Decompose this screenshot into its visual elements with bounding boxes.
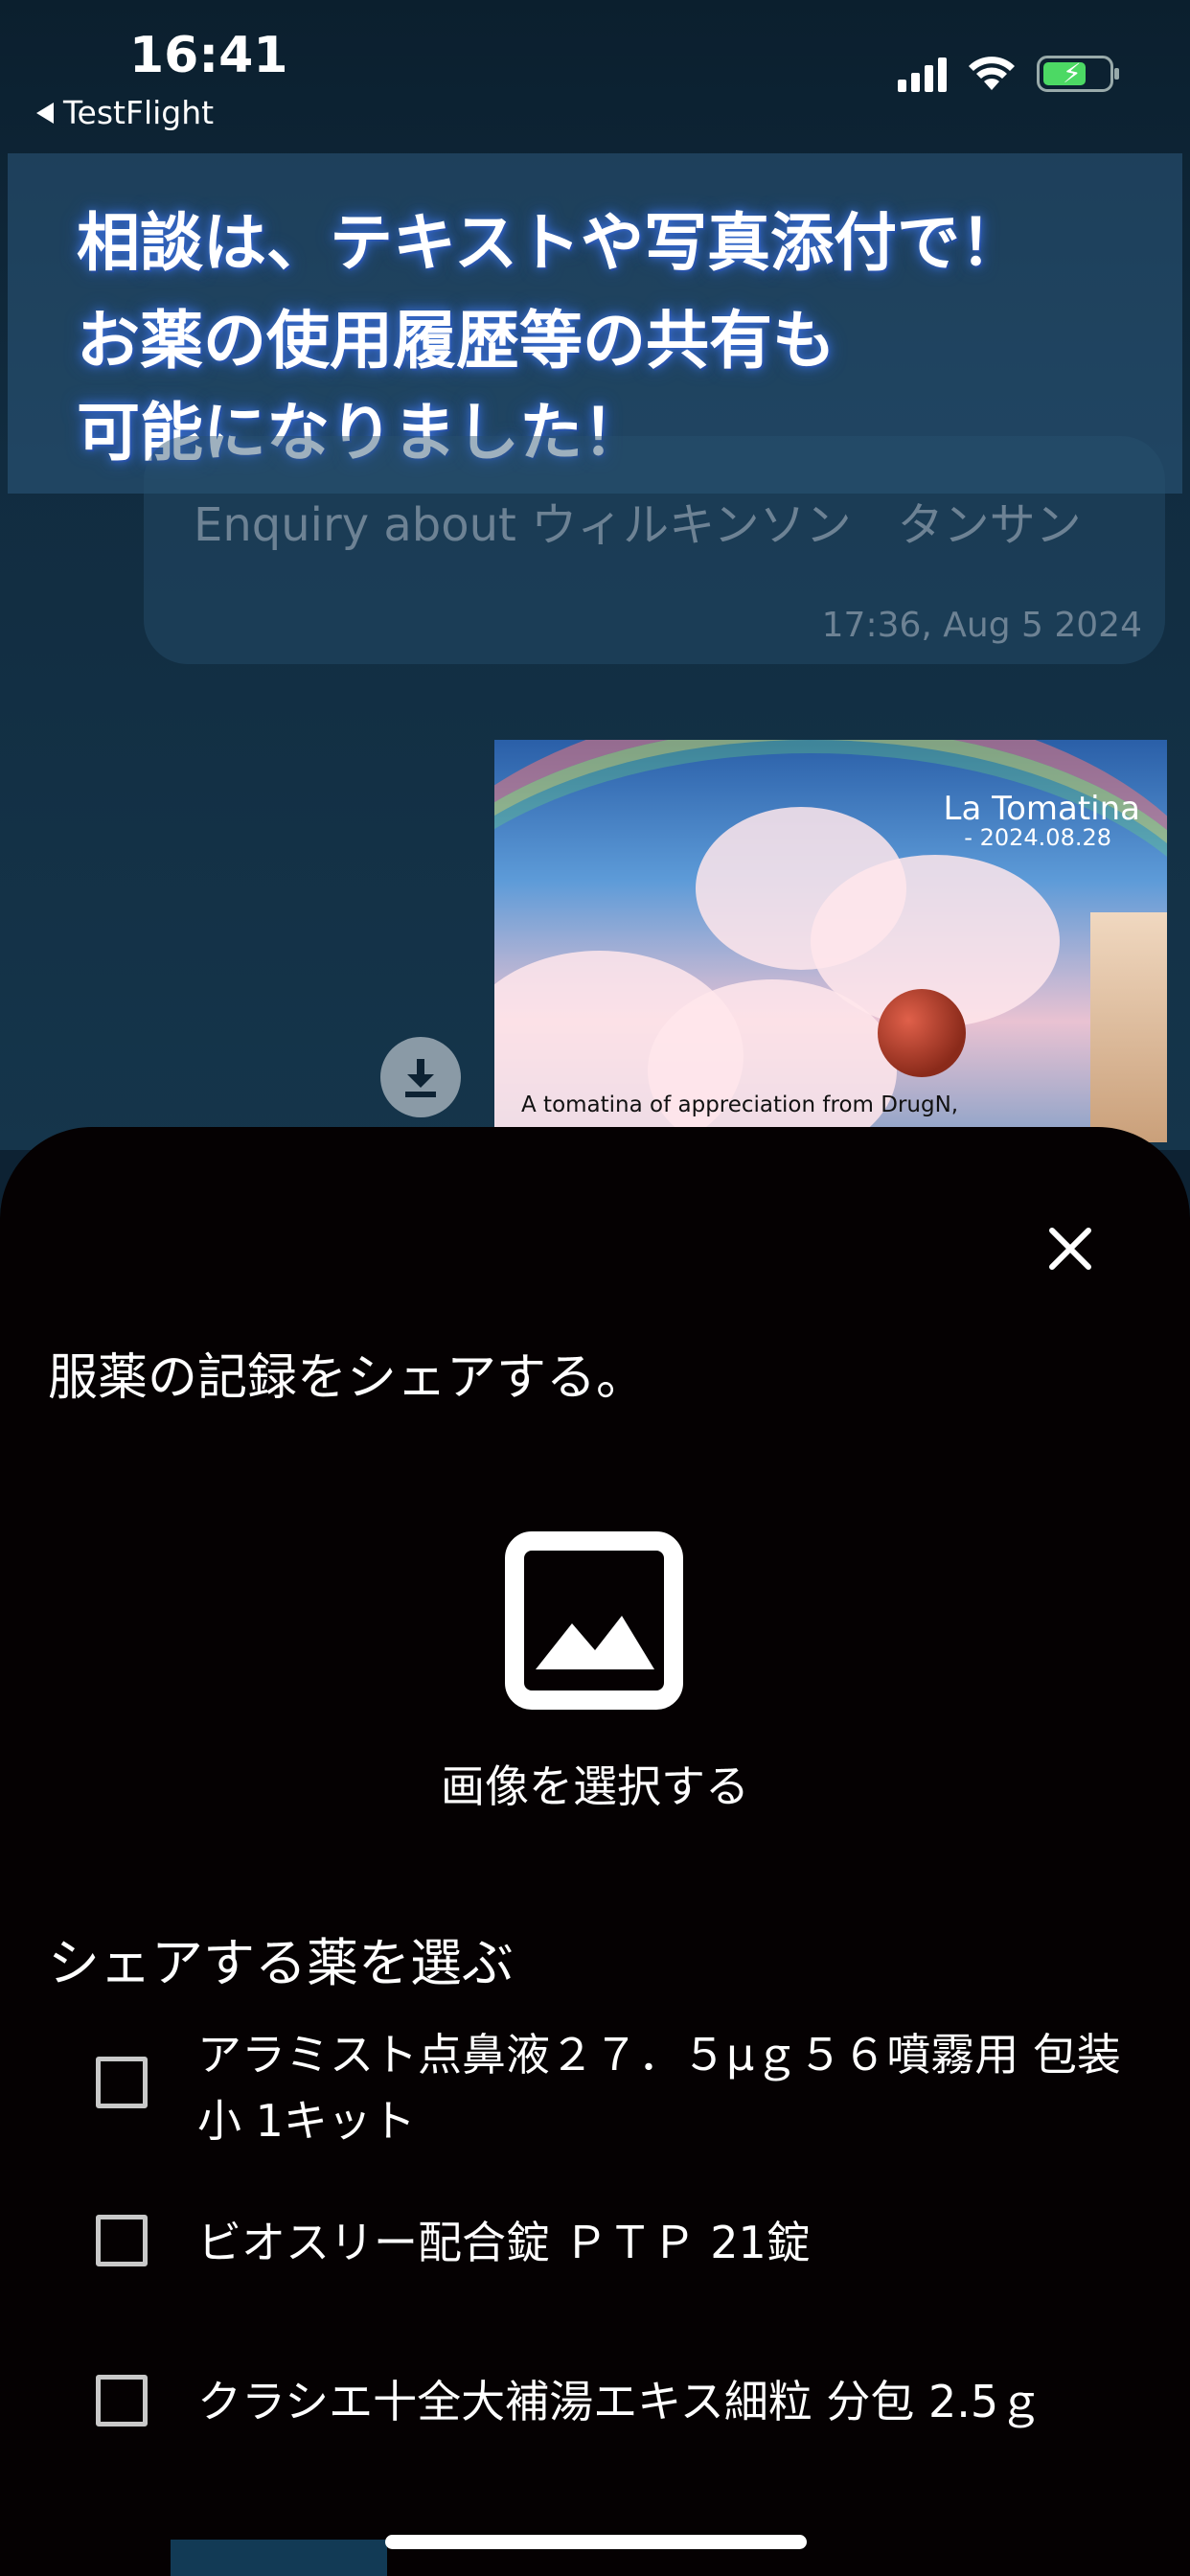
back-to-testflight-link[interactable]: TestFlight <box>36 94 214 131</box>
medication-checkbox[interactable] <box>96 2215 148 2266</box>
medication-label: ビオスリー配合錠 ＰＴＰ 21錠 <box>197 2217 811 2268</box>
select-image-label[interactable]: 画像を選択する <box>0 1752 1190 1815</box>
medication-label: アラミスト点鼻液２７．５μｇ５６噴霧用 包装小 1キット <box>197 2029 1121 2147</box>
message-timestamp: 17:36, Aug 5 2024 <box>821 606 1142 645</box>
image-picker-icon[interactable] <box>503 1530 685 1712</box>
bottom-tab-indicator <box>171 2540 387 2576</box>
download-button[interactable] <box>380 1037 461 1117</box>
tomato-image <box>878 989 966 1077</box>
wifi-icon <box>969 57 1015 90</box>
banner-line-1: 相談は、テキストや写真添付で！ <box>77 206 1024 280</box>
status-icons: ⚡ <box>898 56 1119 92</box>
photo-date: - 2024.08.28 <box>964 824 1111 851</box>
medication-checkbox[interactable] <box>96 2057 148 2108</box>
medication-label: クラシエ十全大補湯エキス細粒 分包 2.5ｇ <box>197 2376 1043 2427</box>
shared-photo[interactable]: La Tomatina - 2024.08.28 A tomatina of a… <box>494 740 1167 1142</box>
back-arrow-icon <box>36 102 54 124</box>
download-icon <box>405 1059 436 1097</box>
photo-title: La Tomatina <box>943 790 1141 828</box>
back-label: TestFlight <box>63 94 215 131</box>
sheet-title: 服薬の記録をシェアする。 <box>48 1349 647 1407</box>
cellular-signal-icon <box>898 56 947 92</box>
battery-charging-icon: ⚡ <box>1037 56 1119 92</box>
home-indicator[interactable] <box>385 2535 807 2549</box>
status-time: 16:41 <box>129 27 288 84</box>
banner-line-2: お薬の使用履歴等の共有も <box>77 304 835 378</box>
medication-checkbox[interactable] <box>96 2375 148 2426</box>
choose-medication-title: シェアする薬を選ぶ <box>48 1933 514 1993</box>
close-icon[interactable] <box>1037 1215 1104 1282</box>
photo-caption: A tomatina of appreciation from DrugN, <box>521 1092 959 1117</box>
message-text: Enquiry about ウィルキンソン タンサン <box>194 498 1082 552</box>
